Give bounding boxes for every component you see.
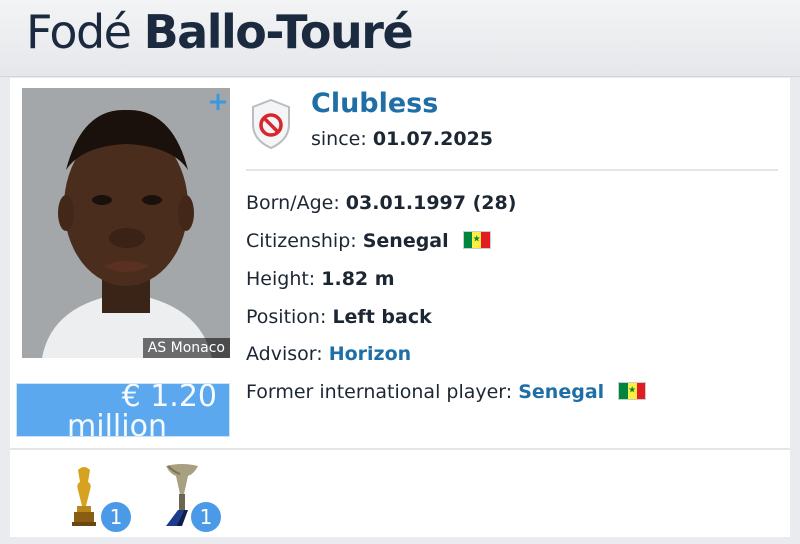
market-value-unit: million (67, 409, 167, 437)
since-date: 01.07.2025 (372, 128, 494, 150)
height-value: 1.82 m (321, 268, 395, 290)
trophy-count-badge: 1 (99, 500, 133, 534)
club-since: since: 01.07.2025 (311, 128, 493, 150)
advisor-link[interactable]: Horizon (329, 343, 411, 365)
citizenship-label: Citizenship: (246, 230, 357, 252)
former-international-row: Former international player: Senegal ★ (246, 379, 647, 405)
plus-icon[interactable]: + (206, 89, 230, 115)
player-portrait-image (22, 88, 230, 358)
profile-header: Fodé Ballo-Touré (0, 0, 800, 77)
player-last-name: Ballo-Touré (143, 5, 414, 59)
born-value: 03.01.1997 (28) (345, 192, 517, 214)
height-row: Height: 1.82 m (246, 266, 395, 292)
african-cup-trophy-icon (72, 467, 96, 526)
advisor-row: Advisor: Horizon (246, 341, 411, 367)
senegal-flag-icon: ★ (462, 231, 491, 249)
position-value: Left back (332, 306, 432, 328)
citizenship-value: Senegal (362, 230, 449, 252)
photo-caption: AS Monaco (142, 338, 230, 358)
citizenship-row: Citizenship: Senegal ★ (246, 228, 491, 254)
player-first-name: Fodé (26, 5, 132, 59)
divider (246, 169, 778, 171)
trophy-count-badge: 1 (189, 500, 223, 534)
born-label: Born/Age: (246, 192, 340, 214)
position-label: Position: (246, 306, 327, 328)
born-age-row: Born/Age: 03.01.1997 (28) (246, 190, 516, 216)
market-value-amount: € 1.20 (121, 383, 217, 414)
advisor-label: Advisor: (246, 343, 323, 365)
height-label: Height: (246, 268, 316, 290)
african-cup-trophy[interactable]: 1 (64, 464, 133, 544)
former-label: Former international player: (246, 381, 513, 403)
former-national-team-link[interactable]: Senegal (518, 381, 604, 403)
player-info-card: AS Monaco + € 1.20 million Clubless sinc… (10, 78, 790, 537)
clubless-icon (252, 98, 290, 150)
club-name[interactable]: Clubless (311, 88, 438, 119)
senegal-flag-icon: ★ (618, 382, 647, 400)
player-name: Fodé Ballo-Touré (26, 2, 414, 62)
league-trophy[interactable]: 1 (160, 464, 223, 544)
market-value-box[interactable]: € 1.20 million (16, 383, 230, 437)
player-photo[interactable]: AS Monaco (22, 88, 230, 358)
section-divider (10, 448, 790, 450)
position-row: Position: Left back (246, 304, 432, 330)
since-label: since: (311, 128, 367, 150)
